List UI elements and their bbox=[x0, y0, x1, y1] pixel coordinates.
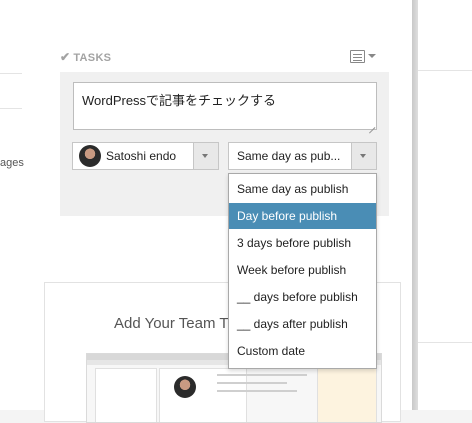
dropdown-option[interactable]: __ days after publish bbox=[229, 311, 376, 337]
list-menu-icon[interactable] bbox=[350, 50, 382, 66]
dropdown-option[interactable]: Same day as publish bbox=[229, 176, 376, 202]
divider bbox=[0, 108, 22, 109]
resize-handle[interactable] bbox=[367, 120, 376, 134]
card-title: Add Your Team T bbox=[114, 315, 228, 332]
dropdown-option[interactable]: Week before publish bbox=[229, 257, 376, 283]
check-icon: ✔ bbox=[60, 50, 71, 64]
due-date-dropdown: Same day as publish Day before publish 3… bbox=[228, 173, 377, 369]
task-text-input[interactable]: WordPressで記事をチェックする bbox=[73, 82, 377, 134]
assignee-select[interactable]: Satoshi endo bbox=[72, 142, 219, 170]
chevron-down-icon[interactable] bbox=[351, 143, 376, 169]
avatar bbox=[79, 145, 101, 167]
right-pane bbox=[418, 0, 472, 410]
divider bbox=[418, 342, 472, 343]
assignee-name: Satoshi endo bbox=[106, 149, 177, 163]
sidebar-fragment-text: ages bbox=[0, 157, 24, 169]
divider bbox=[0, 73, 22, 74]
due-date-value: Same day as pub... bbox=[237, 149, 341, 163]
task-text-value: WordPressで記事をチェックする bbox=[82, 93, 277, 108]
tasks-title: ✔ TASKS bbox=[60, 50, 112, 64]
due-date-select[interactable]: Same day as pub... bbox=[228, 142, 377, 170]
chevron-down-icon[interactable] bbox=[193, 143, 218, 169]
tasks-header: ✔ TASKS bbox=[60, 48, 389, 72]
dropdown-option[interactable]: Custom date bbox=[229, 338, 376, 364]
divider bbox=[418, 70, 472, 71]
dropdown-option[interactable]: __ days before publish bbox=[229, 284, 376, 310]
dropdown-option[interactable]: 3 days before publish bbox=[229, 230, 376, 256]
chevron-down-icon bbox=[368, 54, 376, 58]
dropdown-option-selected[interactable]: Day before publish bbox=[229, 203, 376, 229]
